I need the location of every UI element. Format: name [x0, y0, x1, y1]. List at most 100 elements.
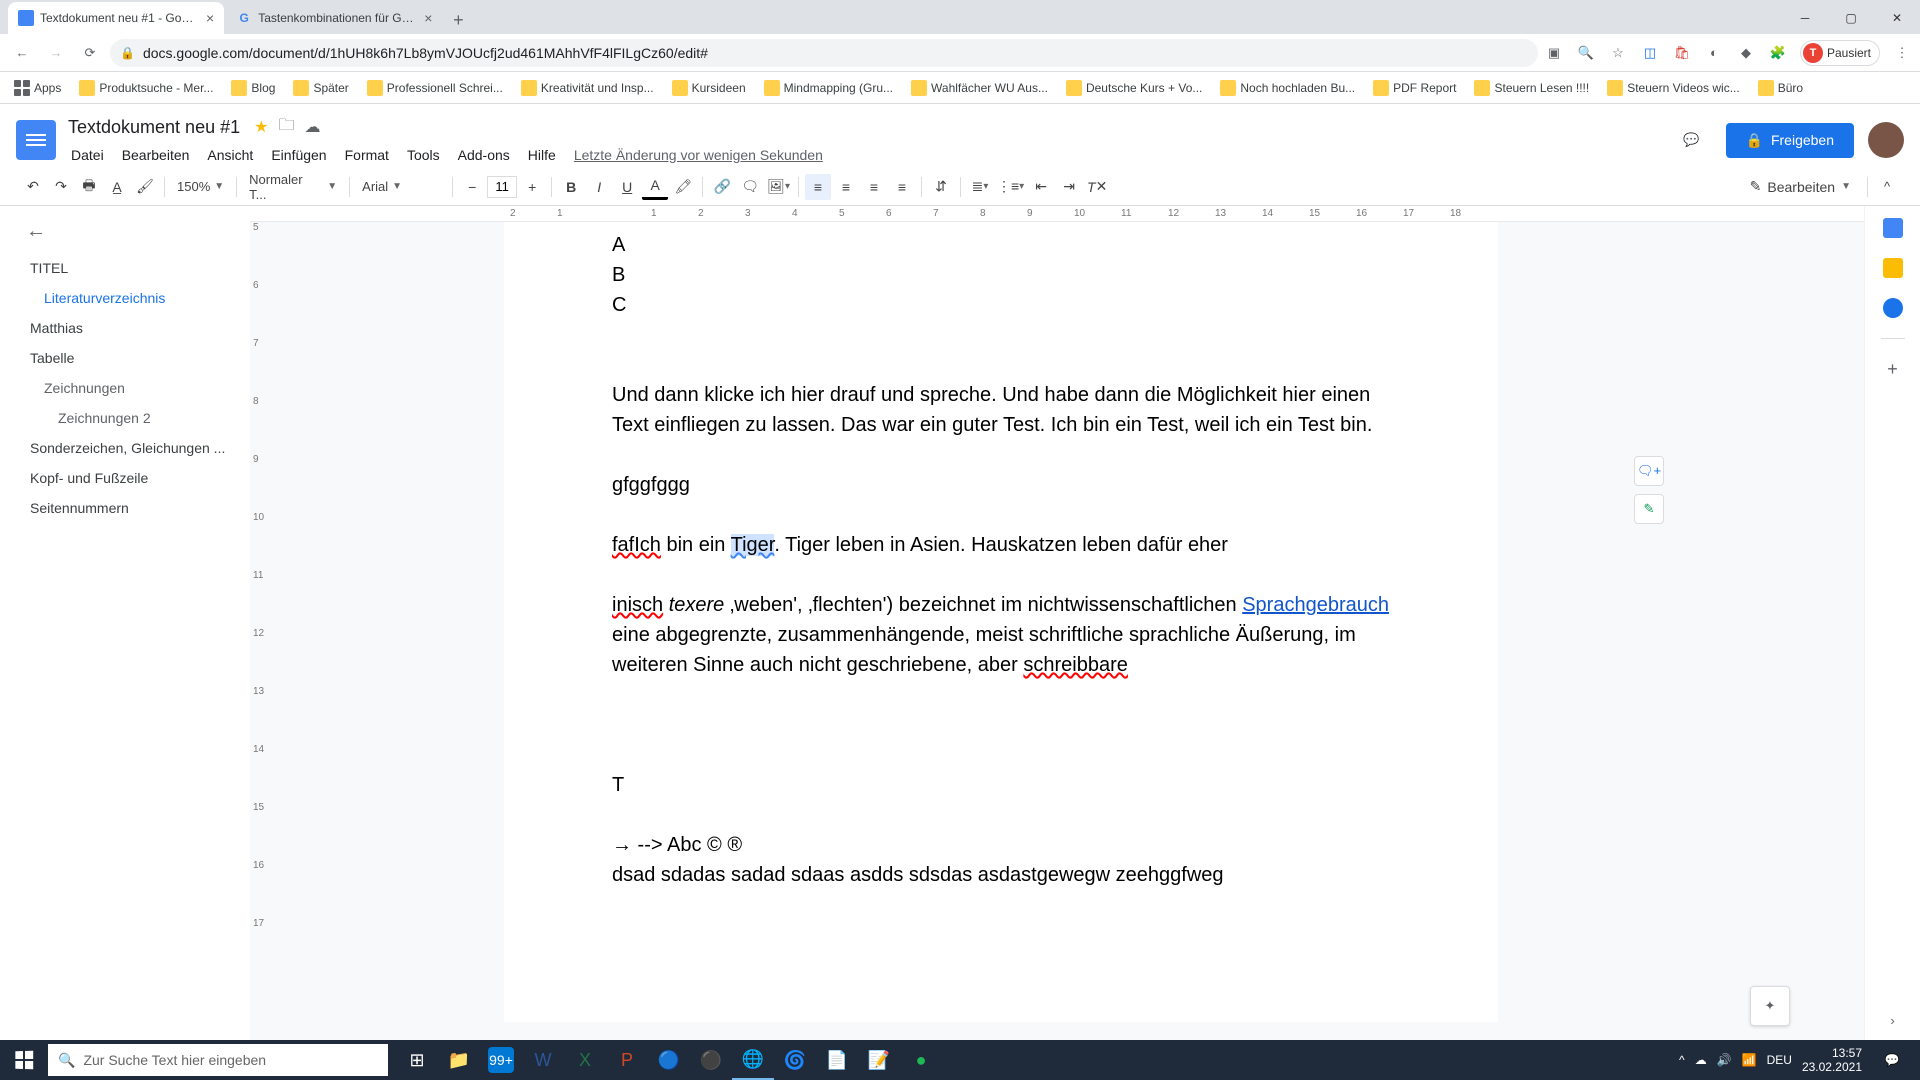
font-select[interactable]: Arial▼	[356, 175, 446, 199]
clear-format-button[interactable]: T✕	[1084, 174, 1110, 200]
outline-back-button[interactable]: ←	[26, 220, 242, 243]
bookmark-item[interactable]: Noch hochladen Bu...	[1214, 76, 1361, 100]
add-addon-button[interactable]: +	[1887, 359, 1898, 380]
collapse-toolbar-button[interactable]: ^	[1874, 174, 1900, 200]
menu-bearbeiten[interactable]: Bearbeiten	[115, 143, 197, 167]
style-select[interactable]: Normaler T...▼	[243, 175, 343, 199]
menu-add-ons[interactable]: Add-ons	[451, 143, 517, 167]
print-button[interactable]: 🖶	[76, 174, 102, 200]
document-title[interactable]: Textdokument neu #1	[64, 115, 244, 140]
increase-indent-button[interactable]: ⇥	[1056, 174, 1082, 200]
bookmark-item[interactable]: PDF Report	[1367, 76, 1462, 100]
star-icon[interactable]: ☆	[1608, 43, 1628, 63]
app-icon[interactable]: 🔵	[648, 1040, 690, 1080]
highlight-button[interactable]: 🖍	[670, 174, 696, 200]
undo-button[interactable]: ↶	[20, 174, 46, 200]
document-page[interactable]: A B C Und dann klicke ich hier drauf und…	[504, 222, 1498, 1022]
suggest-edit-button[interactable]: ✎	[1634, 494, 1664, 524]
chrome-icon[interactable]: 🌐	[732, 1040, 774, 1080]
new-tab-button[interactable]: +	[444, 6, 472, 34]
close-window-button[interactable]: ✕	[1874, 2, 1920, 34]
bookmark-item[interactable]: Kreativität und Insp...	[515, 76, 660, 100]
tasks-icon[interactable]	[1883, 298, 1903, 318]
zoom-select[interactable]: 150%▼	[171, 175, 230, 199]
collapse-sidepanel-button[interactable]: ›	[1890, 1013, 1894, 1028]
comments-button[interactable]: 💬	[1672, 120, 1712, 160]
extension-icon[interactable]: 🛍	[1672, 43, 1692, 63]
bookmark-item[interactable]: Später	[287, 76, 354, 100]
text-line[interactable]: A	[612, 230, 1390, 260]
selected-text[interactable]: Tiger	[731, 534, 775, 556]
back-button[interactable]: ←	[8, 39, 36, 67]
onedrive-icon[interactable]: ☁	[1695, 1053, 1707, 1067]
align-right-button[interactable]: ≡	[861, 174, 887, 200]
account-avatar[interactable]	[1868, 122, 1904, 158]
word-icon[interactable]: W	[522, 1040, 564, 1080]
bookmark-item[interactable]: Büro	[1752, 76, 1809, 100]
language-indicator[interactable]: DEU	[1767, 1053, 1792, 1067]
decrease-font-button[interactable]: −	[459, 174, 485, 200]
text-paragraph[interactable]: fafIch bin ein Tiger. Tiger leben in Asi…	[612, 530, 1390, 560]
spellcheck-button[interactable]: A̲	[104, 174, 130, 200]
outline-item[interactable]: TITEL	[26, 253, 242, 283]
explore-button[interactable]: ✦	[1750, 986, 1790, 1026]
image-button[interactable]: 🖼▾	[765, 174, 792, 200]
share-button[interactable]: 🔒 Freigeben	[1726, 123, 1854, 158]
text-paragraph[interactable]: inisch texere ‚weben', ‚flechten') bezei…	[612, 590, 1390, 680]
address-bar[interactable]: 🔒 docs.google.com/document/d/1hUH8k6h7Lb…	[110, 39, 1538, 67]
editing-mode-button[interactable]: ✎ Bearbeiten ▼	[1740, 174, 1861, 199]
close-icon[interactable]: ×	[206, 10, 214, 26]
excel-icon[interactable]: X	[564, 1040, 606, 1080]
outline-item[interactable]: Matthias	[26, 313, 242, 343]
taskbar-search[interactable]: 🔍 Zur Suche Text hier eingeben	[48, 1044, 388, 1076]
profile-button[interactable]: T Pausiert	[1800, 40, 1880, 66]
last-edit-link[interactable]: Letzte Änderung vor wenigen Sekunden	[567, 143, 830, 167]
maximize-button[interactable]: ▢	[1828, 2, 1874, 34]
calendar-icon[interactable]	[1883, 218, 1903, 238]
menu-tools[interactable]: Tools	[400, 143, 447, 167]
wifi-icon[interactable]: 📶	[1742, 1053, 1757, 1067]
extension-icon[interactable]: ◆	[1736, 43, 1756, 63]
keep-icon[interactable]	[1883, 258, 1903, 278]
menu-einfügen[interactable]: Einfügen	[264, 143, 333, 167]
extension-icon[interactable]: ◐	[1704, 43, 1724, 63]
bookmark-item[interactable]: Kursideen	[666, 76, 752, 100]
outline-item[interactable]: Zeichnungen 2	[26, 403, 242, 433]
cloud-icon[interactable]: ☁	[304, 117, 320, 137]
decrease-indent-button[interactable]: ⇤	[1028, 174, 1054, 200]
menu-hilfe[interactable]: Hilfe	[521, 143, 563, 167]
obs-icon[interactable]: ⚫	[690, 1040, 732, 1080]
edge-icon[interactable]: 🌀	[774, 1040, 816, 1080]
move-icon[interactable]: 🗀	[278, 114, 294, 141]
bookmark-item[interactable]: Steuern Videos wic...	[1601, 76, 1746, 100]
outline-item[interactable]: Sonderzeichen, Gleichungen ...	[26, 433, 242, 463]
explorer-icon[interactable]: 📁	[438, 1040, 480, 1080]
browser-tab-active[interactable]: Textdokument neu #1 - Google D ×	[8, 2, 224, 34]
font-size-input[interactable]	[487, 176, 517, 198]
bookmark-item[interactable]: Apps	[8, 76, 67, 100]
text-line[interactable]: B	[612, 260, 1390, 290]
text-color-button[interactable]: A	[642, 174, 668, 200]
notifications-button[interactable]: 💬	[1872, 1040, 1912, 1080]
increase-font-button[interactable]: +	[519, 174, 545, 200]
align-center-button[interactable]: ≡	[833, 174, 859, 200]
outline-item[interactable]: Zeichnungen	[26, 373, 242, 403]
bookmark-item[interactable]: Produktsuche - Mer...	[73, 76, 219, 100]
numbered-list-button[interactable]: ≣▾	[967, 174, 993, 200]
forward-button[interactable]: →	[42, 39, 70, 67]
notepad-icon[interactable]: 📝	[858, 1040, 900, 1080]
align-justify-button[interactable]: ≡	[889, 174, 915, 200]
text-line[interactable]: T	[612, 770, 1390, 800]
bookmark-item[interactable]: Mindmapping (Gru...	[758, 76, 899, 100]
browser-tab[interactable]: G Tastenkombinationen für Google ×	[226, 2, 442, 34]
text-paragraph[interactable]: gfggfggg	[612, 470, 1390, 500]
underline-button[interactable]: U	[614, 174, 640, 200]
bookmark-item[interactable]: Wahlfächer WU Aus...	[905, 76, 1054, 100]
start-button[interactable]	[0, 1040, 48, 1080]
minimize-button[interactable]: ─	[1782, 2, 1828, 34]
menu-ansicht[interactable]: Ansicht	[200, 143, 260, 167]
clock[interactable]: 13:57 23.02.2021	[1802, 1046, 1862, 1075]
bookmark-item[interactable]: Blog	[225, 76, 281, 100]
text-line[interactable]: → --> Abc © ®	[612, 830, 1390, 860]
outlook-icon[interactable]: 99+	[480, 1040, 522, 1080]
